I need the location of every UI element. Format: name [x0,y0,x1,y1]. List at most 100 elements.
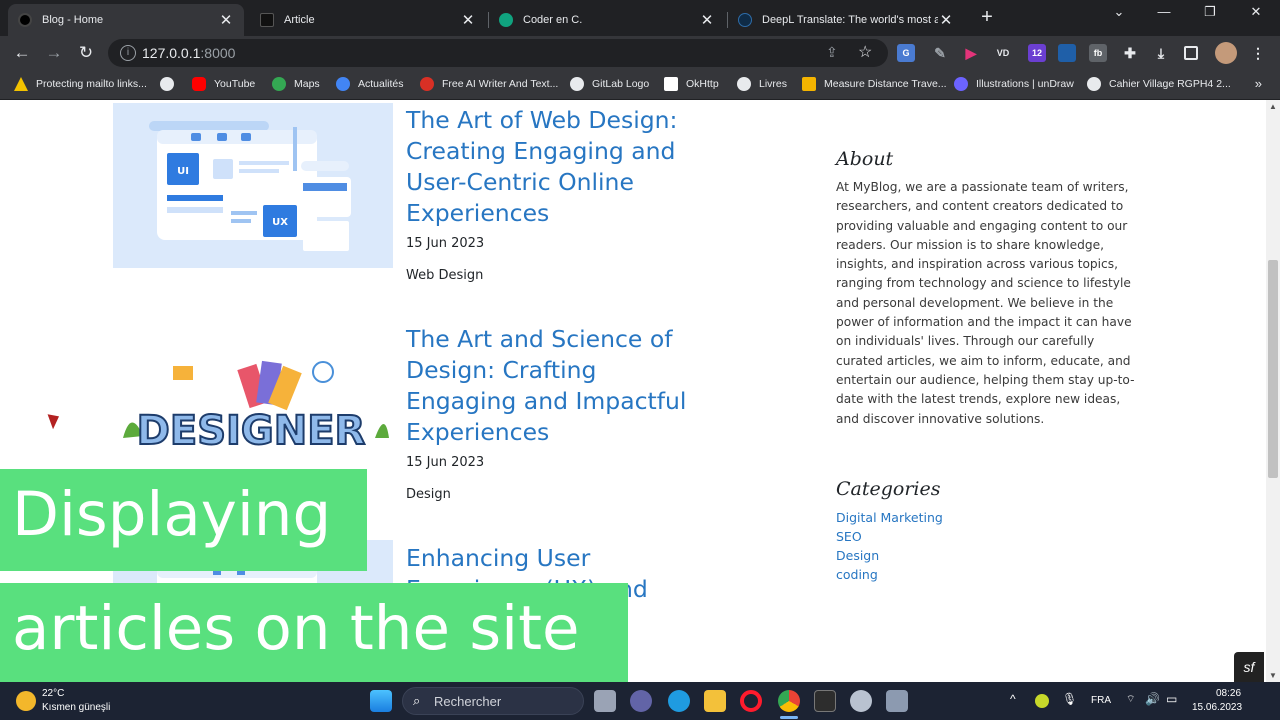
bookmark-protecting-mailto[interactable]: Protecting mailto links... [14,77,147,91]
tab-search-chevron-icon[interactable]: ⌄ [1108,4,1130,20]
symfony-debug-toggle-icon[interactable]: sf [1234,652,1264,682]
bookmark-youtube[interactable]: YouTube [192,77,255,91]
windows-start-icon[interactable] [370,690,392,712]
bookmark-gitlab-logo[interactable]: GitLab Logo [570,77,649,91]
microphone-icon[interactable]: 🎙 [1062,692,1077,706]
category-link-coding[interactable]: coding [836,567,878,582]
article-date: 15 Jun 2023 [406,455,485,470]
about-heading: About [836,148,894,170]
article-category: Web Design [406,268,484,283]
maximize-button[interactable]: ❐ [1199,4,1221,20]
app-icon-2[interactable] [886,690,908,712]
bookmark-globe[interactable] [160,77,182,91]
app-icon[interactable] [850,690,872,712]
close-tab-icon[interactable]: ✕ [218,11,234,29]
wifi-icon[interactable]: ⌔ [1126,693,1135,706]
tray-app-icon[interactable] [1035,694,1049,708]
category-link-design[interactable]: Design [836,548,879,563]
google-translate-icon[interactable]: G [897,44,915,62]
close-tab-icon[interactable]: ✕ [460,11,476,29]
maps-pin-icon [272,77,286,91]
tab-favicon-icon [260,13,274,27]
extension-badge: 12 [1031,48,1042,58]
url-port: :8000 [200,45,236,61]
weather-desc[interactable]: Kısmen güneşli [42,702,110,713]
forward-button[interactable]: → [42,41,66,65]
designer-word: DESIGNER [137,408,366,454]
battery-icon[interactable]: ▭ [1166,692,1177,706]
menu-kebab-icon[interactable]: ⋮ [1249,44,1267,62]
vidiq-icon[interactable]: ▶ [962,44,980,62]
puzzle-extensions-icon[interactable]: ✚ [1121,44,1139,62]
weather-temp[interactable]: 22°C [42,688,64,699]
bitwarden-icon[interactable] [1058,44,1076,62]
bookmark-undraw[interactable]: Illustrations | unDraw [954,77,1074,91]
chrome-icon[interactable] [778,690,800,712]
page-scrollbar[interactable]: ▲ ▼ [1266,100,1280,682]
bookmark-okhttp[interactable]: OkHttp [664,77,719,91]
windows-taskbar: 22°C Kısmen güneşli ⌕ Rechercher ^ 🎙 FRA… [0,682,1280,720]
task-view-icon[interactable] [594,690,616,712]
sidebar-icon[interactable] [1184,46,1198,60]
language-indicator[interactable]: FRA [1091,695,1111,706]
vd-icon[interactable]: VD [994,44,1012,62]
scroll-up-arrow-icon[interactable]: ▲ [1269,102,1277,111]
bookmark-free-ai-writer[interactable]: Free AI Writer And Text... [420,77,558,91]
bookmark-star-icon[interactable]: ☆ [858,42,872,62]
terminal-icon[interactable] [814,690,836,712]
article-title-link[interactable]: The Art and Science of Design: Crafting … [406,324,706,448]
tab-coder-en-c[interactable]: Coder en C. ✕ [489,4,725,36]
search-label: Rechercher [434,694,502,709]
fb-extension-icon[interactable]: fb [1089,44,1107,62]
url-text: 127.0.0.1:8000 [142,45,235,61]
file-explorer-icon[interactable] [704,690,726,712]
teams-chat-icon[interactable] [630,690,652,712]
category-link-digital-marketing[interactable]: Digital Marketing [836,510,943,525]
new-tab-button[interactable]: + [976,6,998,28]
bookmark-label: Maps [294,78,320,90]
article-thumbnail-web-design[interactable]: UI UX [113,103,393,268]
minimize-button[interactable]: — [1153,4,1175,19]
share-icon[interactable]: ⇪ [826,44,838,61]
weather-icon[interactable] [16,691,36,711]
volume-icon[interactable]: 🔊 [1145,692,1160,706]
more-bookmarks-icon[interactable]: » [1255,76,1262,91]
tab-title: Blog - Home [42,14,104,26]
article-title-link[interactable]: The Art of Web Design: Creating Engaging… [406,105,706,229]
category-link-seo[interactable]: SEO [836,529,862,544]
ui-ux-illustration: UI UX [149,121,351,251]
opera-icon[interactable] [740,690,762,712]
profile-avatar[interactable] [1215,42,1237,64]
clock-time[interactable]: 08:26 [1216,688,1241,699]
address-bar[interactable]: i 127.0.0.1:8000 ⇪ ☆ [108,39,888,67]
scrollbar-thumb[interactable] [1268,260,1278,478]
counter-extension-icon[interactable]: 12 [1028,44,1046,62]
bookmark-measure-distance[interactable]: Measure Distance Trave... [802,77,947,91]
taskbar-search-box[interactable]: ⌕ Rechercher [402,687,584,715]
tab-article[interactable]: Article ✕ [250,4,486,36]
reload-button[interactable]: ↻ [74,41,98,65]
close-tab-icon[interactable]: ✕ [938,11,954,29]
globe-icon [737,77,751,91]
tray-overflow-chevron-icon[interactable]: ^ [1010,692,1016,706]
download-icon[interactable]: ⤓ [1152,44,1170,62]
ux-label: UX [272,217,288,228]
bookmark-actualites[interactable]: Actualités [336,77,404,91]
close-tab-icon[interactable]: ✕ [699,11,715,29]
back-button[interactable]: ← [10,41,34,65]
article-thumbnail-design[interactable]: DESIGNER [113,348,393,458]
tab-deepl[interactable]: DeepL Translate: The world's most accu ✕ [728,4,964,36]
tab-blog-home[interactable]: Blog - Home ✕ [8,4,244,36]
bookmark-cahier-village[interactable]: Cahier Village RGPH4 2... [1087,77,1231,91]
bookmarks-bar: Protecting mailto links... YouTube Maps … [0,70,1280,100]
edge-icon[interactable] [668,690,690,712]
bookmark-livres[interactable]: Livres [737,77,787,91]
close-window-button[interactable]: ✕ [1245,4,1267,20]
article-category: Design [406,487,451,502]
video-caption-line-1: Displaying [0,469,367,571]
clock-date[interactable]: 15.06.2023 [1192,702,1242,713]
bookmark-maps[interactable]: Maps [272,77,320,91]
scroll-down-arrow-icon[interactable]: ▼ [1269,671,1277,680]
pen-tool-icon[interactable]: ✎ [931,44,949,62]
site-info-icon[interactable]: i [120,45,136,61]
